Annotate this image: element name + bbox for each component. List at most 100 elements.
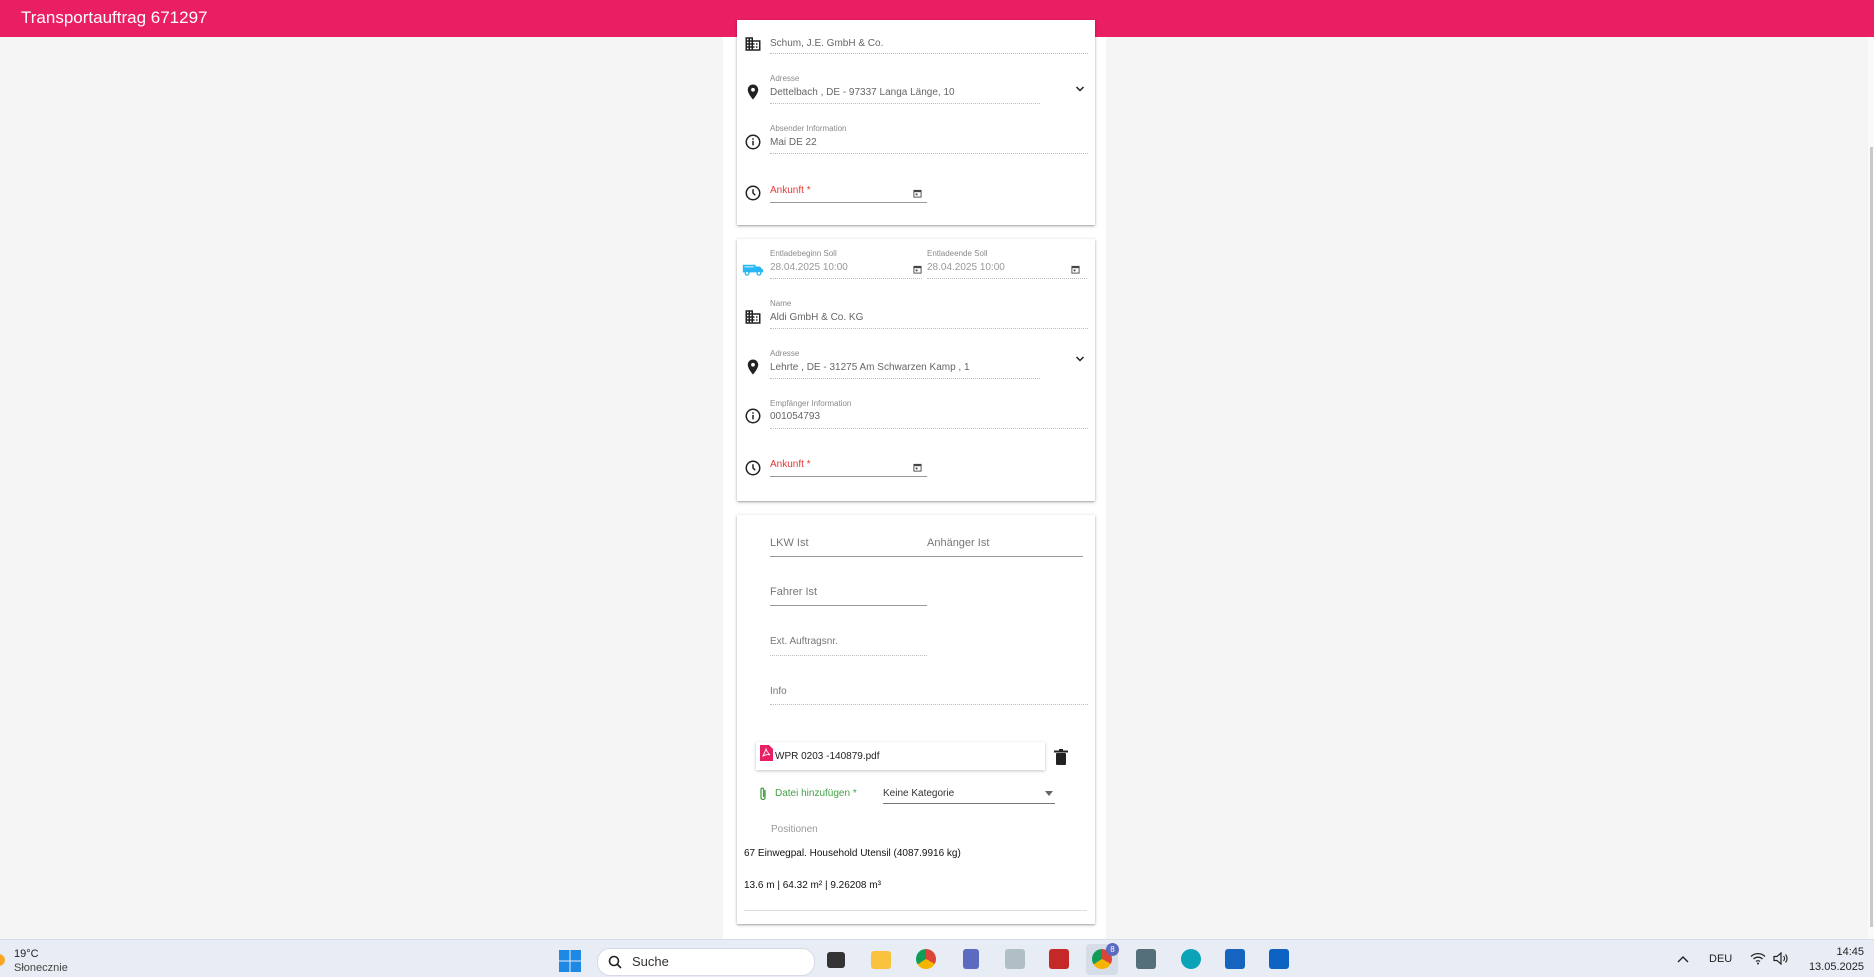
- address-label: Adresse: [770, 74, 800, 83]
- building-icon: [745, 310, 761, 324]
- loading-stop-card: Schum, J.E. GmbH & Co. Adresse Dettelbac…: [737, 20, 1095, 225]
- recipient-name-value: Aldi GmbH & Co. KG: [770, 312, 864, 323]
- clock-time[interactable]: 14:45: [1824, 946, 1864, 958]
- recipient-address-value: Lehrte , DE - 31275 Am Schwarzen Kamp , …: [770, 362, 970, 373]
- chrome-icon[interactable]: [916, 949, 936, 969]
- trailer-label: Anhänger Ist: [927, 537, 990, 549]
- unload-start-field[interactable]: Entladebeginn Soll 28.04.2025 10:00: [770, 249, 922, 279]
- weather-desc: Słonecznie: [14, 962, 68, 974]
- arrival-field[interactable]: Ankunft *: [770, 185, 927, 203]
- chevron-down-icon[interactable]: [1074, 353, 1086, 365]
- chevron-up-icon[interactable]: [1677, 955, 1689, 963]
- task-view-icon[interactable]: [827, 952, 845, 968]
- driver-field[interactable]: Fahrer Ist: [770, 586, 927, 606]
- location-pin-icon: [747, 84, 759, 100]
- page-scrollbar[interactable]: [1868, 37, 1874, 939]
- search-box[interactable]: Suche: [597, 948, 815, 976]
- recipient-name-label: Name: [770, 299, 792, 308]
- ext-order-label: Ext. Auftragsnr.: [770, 636, 838, 647]
- calendar-icon[interactable]: [913, 265, 922, 274]
- ext-order-field[interactable]: Ext. Auftragsnr.: [770, 636, 927, 656]
- trailer-field[interactable]: Anhänger Ist: [927, 537, 1083, 557]
- unloading-stop-card: Entladebeginn Soll 28.04.2025 10:00 Entl…: [737, 239, 1095, 501]
- building-icon: [745, 37, 761, 51]
- unload-end-field[interactable]: Entladeende Soll 28.04.2025 10:00: [927, 249, 1087, 279]
- attachment-item[interactable]: WPR 0203 -140879.pdf: [756, 742, 1045, 770]
- recipient-address-row: Adresse Lehrte , DE - 31275 Am Schwarzen…: [737, 349, 1095, 379]
- access-icon[interactable]: [1049, 949, 1069, 969]
- calculator-icon[interactable]: [963, 949, 979, 969]
- unload-end-label: Entladeende Soll: [927, 249, 988, 258]
- clock-date[interactable]: 13.05.2025: [1805, 961, 1864, 973]
- weather-widget[interactable]: 19°C Słonecznie: [0, 946, 90, 974]
- edge-icon[interactable]: [1181, 949, 1201, 969]
- paperclip-icon: [760, 787, 766, 801]
- weather-temp: 19°C: [14, 948, 39, 960]
- arrival-row: Ankunft *: [737, 185, 1095, 203]
- name-value: Schum, J.E. GmbH & Co.: [770, 38, 884, 49]
- recipient-arrival-field[interactable]: Ankunft *: [770, 459, 927, 477]
- truck-field[interactable]: LKW Ist: [770, 537, 927, 557]
- notification-badge: 8: [1106, 943, 1119, 956]
- name-row: Schum, J.E. GmbH & Co.: [737, 34, 1095, 54]
- recipient-info-field[interactable]: Empfänger Information 001054793: [770, 399, 1088, 429]
- trash-icon[interactable]: [1054, 749, 1068, 765]
- add-file-label: Datei hinzufügen *: [775, 788, 857, 799]
- scale-app-icon[interactable]: [1005, 949, 1025, 969]
- outlook-icon[interactable]: [1269, 949, 1289, 969]
- calendar-icon[interactable]: [913, 463, 922, 472]
- scrollbar-thumb[interactable]: [1870, 147, 1873, 927]
- details-card: LKW Ist Anhänger Ist Fahrer Ist Ext. Auf…: [737, 515, 1095, 924]
- add-file-button[interactable]: Datei hinzufügen *: [758, 786, 868, 802]
- sender-info-row: Absender Information Mai DE 22: [737, 124, 1095, 154]
- recipient-info-row: Empfänger Information 001054793: [737, 399, 1095, 429]
- recipient-name-field[interactable]: Name Aldi GmbH & Co. KG: [770, 299, 1088, 329]
- speaker-icon[interactable]: [1773, 952, 1789, 965]
- address-row: Adresse Dettelbach , DE - 97337 Langa Lä…: [737, 74, 1095, 104]
- address-value: Dettelbach , DE - 97337 Langa Länge, 10: [770, 87, 955, 98]
- recipient-name-row: Name Aldi GmbH & Co. KG: [737, 299, 1095, 329]
- unload-times-row: Entladebeginn Soll 28.04.2025 10:00 Entl…: [737, 249, 1095, 279]
- position-line: 67 Einwegpal. Household Utensil (4087.99…: [744, 848, 961, 859]
- file-explorer-icon[interactable]: [871, 951, 891, 969]
- photos-icon[interactable]: [1225, 949, 1245, 969]
- windows-start-icon[interactable]: [559, 950, 581, 972]
- attachment-name: WPR 0203 -140879.pdf: [775, 751, 880, 762]
- unload-end-value: 28.04.2025 10:00: [927, 262, 1005, 273]
- info-icon: [745, 134, 761, 150]
- calendar-icon[interactable]: [1071, 265, 1080, 274]
- divider: [744, 910, 1087, 911]
- name-field[interactable]: Schum, J.E. GmbH & Co.: [770, 34, 1088, 54]
- truck-icon: [742, 264, 764, 276]
- dropdown-arrow-icon: [1045, 791, 1053, 796]
- info-field[interactable]: Info: [770, 686, 1088, 705]
- search-placeholder: Suche: [632, 954, 669, 969]
- wifi-icon[interactable]: [1750, 952, 1766, 965]
- language-indicator[interactable]: DEU: [1709, 953, 1732, 965]
- taskbar: 19°C Słonecznie Suche 8 DEU 14:45 13.05.…: [0, 939, 1874, 977]
- recipient-info-label: Empfänger Information: [770, 399, 852, 408]
- chrome-profile-icon[interactable]: 8: [1086, 943, 1119, 975]
- page-title: Transportauftrag 671297: [21, 8, 208, 27]
- calendar-icon[interactable]: [913, 189, 922, 198]
- pdf-icon: [760, 745, 773, 761]
- recipient-arrival-label: Ankunft *: [770, 459, 811, 470]
- chevron-down-icon[interactable]: [1074, 83, 1086, 95]
- truck-label: LKW Ist: [770, 537, 809, 549]
- unload-start-value: 28.04.2025 10:00: [770, 262, 848, 273]
- recipient-address-field[interactable]: Adresse Lehrte , DE - 31275 Am Schwarzen…: [770, 349, 1040, 379]
- sender-info-field[interactable]: Absender Information Mai DE 22: [770, 124, 1088, 154]
- recipient-address-label: Adresse: [770, 349, 800, 358]
- sender-info-value: Mai DE 22: [770, 137, 817, 148]
- recipient-arrival-row: Ankunft *: [737, 459, 1095, 477]
- sun-icon: [0, 954, 5, 966]
- category-select[interactable]: Keine Kategorie: [883, 785, 1055, 804]
- sender-info-label: Absender Information: [770, 124, 847, 133]
- driver-label: Fahrer Ist: [770, 586, 818, 598]
- printer-icon[interactable]: [1136, 949, 1156, 969]
- address-field[interactable]: Adresse Dettelbach , DE - 97337 Langa Lä…: [770, 74, 1040, 104]
- arrival-label: Ankunft *: [770, 185, 811, 196]
- clock-icon: [745, 185, 761, 201]
- info-label: Info: [770, 686, 787, 697]
- measure-line: 13.6 m | 64.32 m² | 9.26208 m³: [744, 880, 881, 891]
